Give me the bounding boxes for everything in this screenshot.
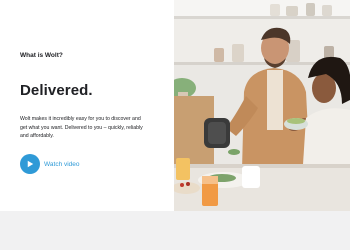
people-breakfast-photo-icon bbox=[174, 0, 350, 211]
watch-video-button[interactable]: Watch video bbox=[20, 153, 80, 175]
eyebrow-title: What is Wolt? bbox=[20, 52, 63, 59]
hero-photo bbox=[174, 0, 350, 211]
hero-section: What is Wolt? Delivered. Wolt makes it i… bbox=[0, 0, 350, 211]
play-icon bbox=[27, 160, 34, 168]
footer-strip bbox=[0, 211, 350, 250]
play-button[interactable] bbox=[20, 154, 40, 174]
page-title: Delivered. bbox=[20, 82, 93, 99]
watch-video-label[interactable]: Watch video bbox=[44, 161, 80, 168]
hero-description: Wolt makes it incredibly easy for you to… bbox=[20, 116, 143, 140]
